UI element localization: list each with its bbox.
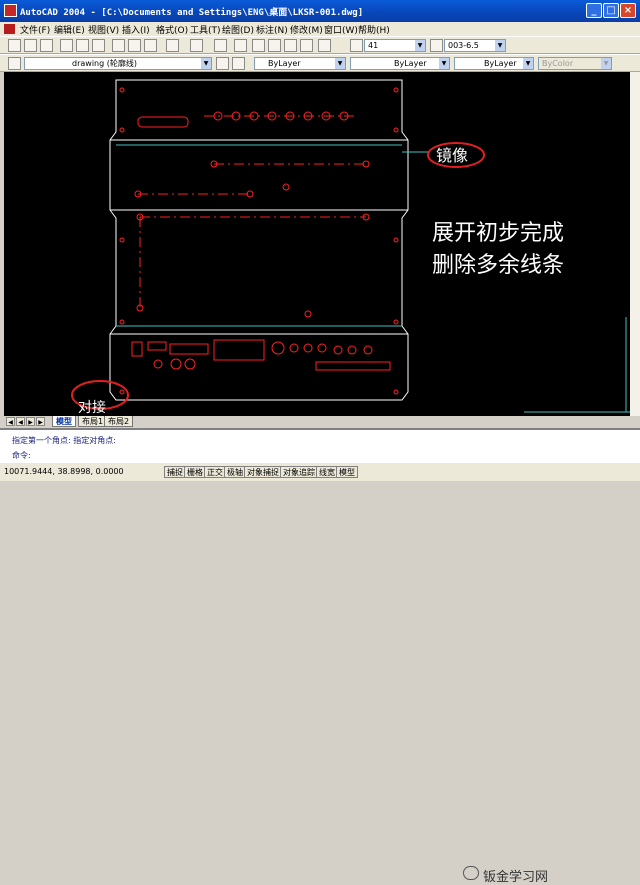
- sheet-outline: [109, 79, 409, 401]
- chevron-down-icon: ▼: [495, 40, 505, 51]
- menu-window[interactable]: 窗口(W): [324, 23, 358, 36]
- copy-icon[interactable]: [128, 39, 141, 52]
- drawing-canvas[interactable]: 镜像 展开初步完成 删除多余线条 对接: [4, 72, 630, 416]
- layout-tabs: ◀ ◀ ▶ ▶ 模型 布局1 布局2: [0, 416, 640, 428]
- menu-format[interactable]: 格式(O): [156, 23, 188, 36]
- menu-modify[interactable]: 修改(M): [290, 23, 323, 36]
- snap-toggle[interactable]: 捕捉: [164, 466, 186, 478]
- text-style-select[interactable]: 003-6.5 ▼: [444, 39, 506, 52]
- plotstyle-value: ByColor: [542, 59, 574, 68]
- holes-and-cutouts: [119, 87, 399, 395]
- lineweight-value: ByLayer: [484, 59, 517, 68]
- annotation-main-line-2: 删除多余线条: [432, 253, 564, 278]
- annotation-main-line-1: 展开初步完成: [432, 221, 564, 246]
- lineweight-select[interactable]: ByLayer ▼: [454, 57, 534, 70]
- text-style-icon[interactable]: [430, 39, 443, 52]
- open-icon[interactable]: [24, 39, 37, 52]
- linetype-value: ByLayer: [394, 59, 427, 68]
- wechat-icon: [463, 866, 479, 880]
- chevron-down-icon: ▼: [601, 58, 611, 69]
- tab-model[interactable]: 模型: [52, 416, 76, 427]
- layer-select[interactable]: drawing (轮廓线) ▼: [24, 57, 212, 70]
- minimize-button[interactable]: _: [586, 3, 602, 18]
- document-icon[interactable]: [4, 24, 15, 34]
- linetype-select[interactable]: ByLayer ▼: [350, 57, 450, 70]
- zoom-realtime-icon[interactable]: [268, 39, 281, 52]
- dimension-style-value: 41: [368, 41, 379, 50]
- autocad-app-icon[interactable]: [4, 4, 17, 17]
- prev-tab-icon[interactable]: ◀: [16, 417, 25, 426]
- menu-tools[interactable]: 工具(T): [190, 23, 221, 36]
- chevron-down-icon: ▼: [335, 58, 345, 69]
- bend-lines: [116, 144, 630, 413]
- zoom-previous-icon[interactable]: [300, 39, 313, 52]
- layers-toolbar: drawing (轮廓线) ▼ ByLayer ▼ ByLayer ▼ ByLa…: [0, 54, 640, 72]
- publish-icon[interactable]: [92, 39, 105, 52]
- command-prompt[interactable]: 命令:: [12, 450, 31, 461]
- model-toggle[interactable]: 模型: [336, 466, 358, 478]
- otrack-toggle[interactable]: 对象追踪: [280, 466, 318, 478]
- command-window[interactable]: 指定第一个角点: 指定对角点: 命令: 钣金学习网: [0, 428, 640, 885]
- standard-toolbar: 41 ▼ 003-6.5 ▼: [0, 36, 640, 54]
- pan-icon[interactable]: [252, 39, 265, 52]
- new-icon[interactable]: [8, 39, 21, 52]
- window-title: AutoCAD 2004 - [C:\Documents and Setting…: [20, 8, 364, 18]
- color-value: ByLayer: [268, 59, 301, 68]
- chevron-down-icon: ▼: [201, 58, 211, 69]
- annotation-circles: [71, 142, 485, 410]
- dimension-style-select[interactable]: 41 ▼: [364, 39, 426, 52]
- watermark-text: 钣金学习网: [483, 870, 549, 885]
- print-icon[interactable]: [60, 39, 73, 52]
- ortho-toggle[interactable]: 正交: [204, 466, 226, 478]
- chevron-down-icon: ▼: [415, 40, 425, 51]
- menu-help[interactable]: 帮助(H): [358, 23, 390, 36]
- maximize-button[interactable]: □: [603, 3, 619, 18]
- close-button[interactable]: ×: [620, 3, 636, 18]
- zoom-window-icon[interactable]: [284, 39, 297, 52]
- tab-layout2[interactable]: 布局2: [104, 416, 134, 427]
- dimension-style-icon[interactable]: [350, 39, 363, 52]
- annotation-joint: 对接: [78, 399, 106, 416]
- menu-insert[interactable]: 插入(I): [122, 23, 150, 36]
- menu-file[interactable]: 文件(F): [20, 23, 50, 36]
- next-tab-icon[interactable]: ▶: [26, 417, 35, 426]
- chevron-down-icon: ▼: [523, 58, 533, 69]
- tracking-icon[interactable]: [234, 39, 247, 52]
- redo-icon[interactable]: [190, 39, 203, 52]
- coordinate-readout: 10071.9444, 38.8998, 0.0000: [4, 467, 124, 476]
- status-bar: 10071.9444, 38.8998, 0.0000 捕捉 栅格 正交 极轴 …: [0, 462, 640, 481]
- menu-view[interactable]: 视图(V): [88, 23, 119, 36]
- polar-toggle[interactable]: 极轴: [224, 466, 246, 478]
- paste-icon[interactable]: [144, 39, 157, 52]
- vertical-scrollbar[interactable]: [630, 72, 640, 416]
- command-history: 指定第一个角点: 指定对角点:: [12, 436, 116, 445]
- save-icon[interactable]: [40, 39, 53, 52]
- lineweight-toggle[interactable]: 线宽: [316, 466, 338, 478]
- first-tab-icon[interactable]: ◀: [6, 417, 15, 426]
- tab-layout1[interactable]: 布局1: [78, 416, 108, 427]
- hyperlink-icon[interactable]: [214, 39, 227, 52]
- menu-edit[interactable]: 编辑(E): [54, 23, 85, 36]
- layer-manager-icon[interactable]: [8, 57, 21, 70]
- drawing-svg: 镜像 展开初步完成 删除多余线条 对接: [71, 79, 630, 416]
- menu-dimension[interactable]: 标注(N): [256, 23, 288, 36]
- plotstyle-select[interactable]: ByColor ▼: [538, 57, 612, 70]
- menu-bar: 文件(F) 编辑(E) 视图(V) 插入(I) 格式(O) 工具(T) 绘图(D…: [0, 22, 640, 36]
- current-layer-name: drawing (轮廓线): [72, 59, 137, 68]
- annotation-mirror: 镜像: [436, 146, 468, 165]
- properties-icon[interactable]: [318, 39, 331, 52]
- menu-draw[interactable]: 绘图(D): [222, 23, 254, 36]
- cut-icon[interactable]: [112, 39, 125, 52]
- layer-previous-icon[interactable]: [232, 57, 245, 70]
- color-select[interactable]: ByLayer ▼: [254, 57, 346, 70]
- title-bar: AutoCAD 2004 - [C:\Documents and Setting…: [0, 0, 640, 22]
- undo-icon[interactable]: [166, 39, 179, 52]
- text-style-value: 003-6.5: [448, 41, 479, 50]
- chevron-down-icon: ▼: [439, 58, 449, 69]
- last-tab-icon[interactable]: ▶: [36, 417, 45, 426]
- print-preview-icon[interactable]: [76, 39, 89, 52]
- make-layer-current-icon[interactable]: [216, 57, 229, 70]
- osnap-toggle[interactable]: 对象捕捉: [244, 466, 282, 478]
- grid-toggle[interactable]: 栅格: [184, 466, 206, 478]
